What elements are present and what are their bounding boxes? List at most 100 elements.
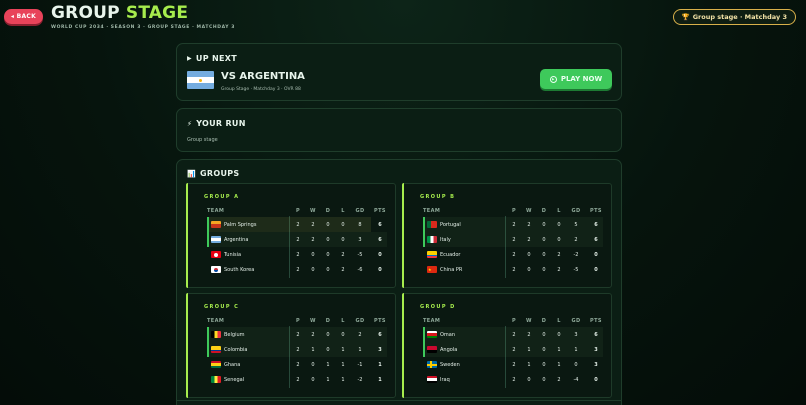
bar-chart-icon: 📊 xyxy=(187,169,197,178)
stat-gd: 1 xyxy=(358,346,362,353)
table-row[interactable]: ★ China PR 2 0 0 2 -5 0 xyxy=(423,262,603,277)
stat-d: 1 xyxy=(326,376,330,383)
stat-w: 0 xyxy=(527,251,531,258)
up-next-heading: ▶ UP NEXT xyxy=(187,54,237,63)
column-header-gd: GD xyxy=(355,208,365,214)
stat-d: 0 xyxy=(542,331,546,338)
stat-d: 0 xyxy=(326,251,330,258)
column-header-d: D xyxy=(541,318,547,324)
table-row[interactable]: Sweden 2 1 0 1 0 3 xyxy=(423,357,603,372)
groups-heading: 📊 GROUPS xyxy=(187,169,239,178)
stat-d: 0 xyxy=(542,236,546,243)
stat-gd: -5 xyxy=(357,251,363,258)
stat-pts: 1 xyxy=(378,376,382,383)
table-row[interactable]: Belgium 2 2 0 0 2 6 xyxy=(207,327,387,342)
stat-gd: 8 xyxy=(358,221,362,228)
oma-flag-icon xyxy=(427,331,437,338)
column-header-team: TEAM xyxy=(207,318,225,324)
stat-gd: 0 xyxy=(574,361,578,368)
title-accent: STAGE xyxy=(125,3,189,23)
stat-pts: 6 xyxy=(378,221,382,228)
stat-p: 2 xyxy=(512,236,516,243)
table-row[interactable]: Tunisia 2 0 0 2 -5 0 xyxy=(207,247,387,262)
back-button[interactable]: ◂ BACK xyxy=(4,9,43,24)
team-name: Colombia xyxy=(224,346,248,353)
table-row[interactable]: Senegal 2 0 1 1 -2 1 xyxy=(207,372,387,387)
stat-pts: 0 xyxy=(594,376,598,383)
opponent-name: VS ARGENTINA xyxy=(221,71,305,82)
stat-gd: 2 xyxy=(358,331,362,338)
stat-l: 2 xyxy=(557,376,561,383)
stat-p: 2 xyxy=(512,361,516,368)
stat-gd: 3 xyxy=(574,331,578,338)
palm-flag-icon xyxy=(211,221,221,228)
stat-gd: -4 xyxy=(573,376,579,383)
stat-l: 0 xyxy=(341,236,345,243)
column-header-pts: PTS xyxy=(374,208,386,214)
table-row[interactable]: Palm Springs 2 2 0 0 8 6 xyxy=(207,217,382,232)
argentina-flag-icon xyxy=(187,71,214,89)
stat-d: 0 xyxy=(326,266,330,273)
stat-l: 1 xyxy=(557,361,561,368)
stat-l: 0 xyxy=(341,221,345,228)
your-run-heading-label: YOUR RUN xyxy=(196,119,246,128)
play-triangle-icon: ▶ xyxy=(187,55,192,62)
stat-p: 2 xyxy=(512,376,516,383)
stat-gd: -6 xyxy=(357,266,363,273)
table-row[interactable]: Ecuador 2 0 0 2 -2 0 xyxy=(423,247,603,262)
stat-l: 1 xyxy=(341,376,345,383)
stat-l: 0 xyxy=(557,221,561,228)
stat-gd: -5 xyxy=(573,266,579,273)
team-name: Tunisia xyxy=(224,251,242,258)
stat-p: 2 xyxy=(296,236,300,243)
up-next-card: ▶ UP NEXT VS ARGENTINA Group Stage · Mat… xyxy=(176,43,622,101)
breadcrumb: WORLD CUP 2034 · SEASON 3 · GROUP STAGE … xyxy=(51,25,236,30)
stat-p: 2 xyxy=(296,251,300,258)
por-flag-icon xyxy=(427,221,437,228)
column-header-d: D xyxy=(325,318,331,324)
table-row[interactable]: Colombia 2 1 0 1 1 3 xyxy=(207,342,387,357)
stat-l: 1 xyxy=(341,346,345,353)
column-header-team: TEAM xyxy=(423,208,441,214)
stat-w: 2 xyxy=(311,331,315,338)
table-row[interactable]: Oman 2 2 0 0 3 6 xyxy=(423,327,603,342)
group-d-table: GROUP D TEAM P W D L GD PTS Oman 2 2 0 0 3 6 Angola 2 1 0 1… xyxy=(402,293,612,398)
stat-w: 0 xyxy=(311,361,315,368)
stat-w: 2 xyxy=(527,331,531,338)
stage-badge: 🏆 Group stage · Matchday 3 xyxy=(672,9,796,25)
team-name: Portugal xyxy=(440,221,461,228)
stat-p: 2 xyxy=(512,346,516,353)
stat-gd: 2 xyxy=(574,236,578,243)
table-row[interactable]: Iraq 2 0 0 2 -4 0 xyxy=(423,372,603,387)
stat-gd: -1 xyxy=(357,361,363,368)
stat-d: 0 xyxy=(326,221,330,228)
table-row[interactable]: Italy 2 2 0 0 2 6 xyxy=(423,232,603,247)
up-next-heading-label: UP NEXT xyxy=(195,54,237,63)
table-row[interactable]: South Korea 2 0 0 2 -6 0 xyxy=(207,262,387,277)
swe-flag-icon xyxy=(427,361,437,368)
your-run-heading: ⚡ YOUR RUN xyxy=(187,119,246,128)
stat-gd: 3 xyxy=(358,236,362,243)
team-name: Sweden xyxy=(440,361,460,368)
group-label: GROUP D xyxy=(420,304,456,310)
stat-gd: 5 xyxy=(574,221,578,228)
table-row[interactable]: Angola 2 1 0 1 1 3 xyxy=(423,342,603,357)
stat-pts: 6 xyxy=(594,221,598,228)
kor-flag-icon xyxy=(211,266,221,273)
stat-p: 2 xyxy=(296,361,300,368)
table-row[interactable]: Argentina 2 2 0 0 3 6 xyxy=(207,232,387,247)
stat-d: 0 xyxy=(326,346,330,353)
team-name: Argentina xyxy=(224,236,249,243)
play-now-button[interactable]: ▶ PLAY NOW xyxy=(540,69,612,89)
stat-pts: 6 xyxy=(594,236,598,243)
column-header-pts: PTS xyxy=(590,208,602,214)
table-row[interactable]: Ghana 2 0 1 1 -1 1 xyxy=(207,357,387,372)
column-header-w: W xyxy=(526,208,532,214)
stat-d: 1 xyxy=(326,361,330,368)
stat-w: 1 xyxy=(527,361,531,368)
table-row[interactable]: Portugal 2 2 0 0 5 6 xyxy=(423,217,603,232)
stat-pts: 6 xyxy=(378,236,382,243)
team-name: Senegal xyxy=(224,376,245,383)
column-header-l: L xyxy=(341,318,345,324)
column-header-pts: PTS xyxy=(590,318,602,324)
